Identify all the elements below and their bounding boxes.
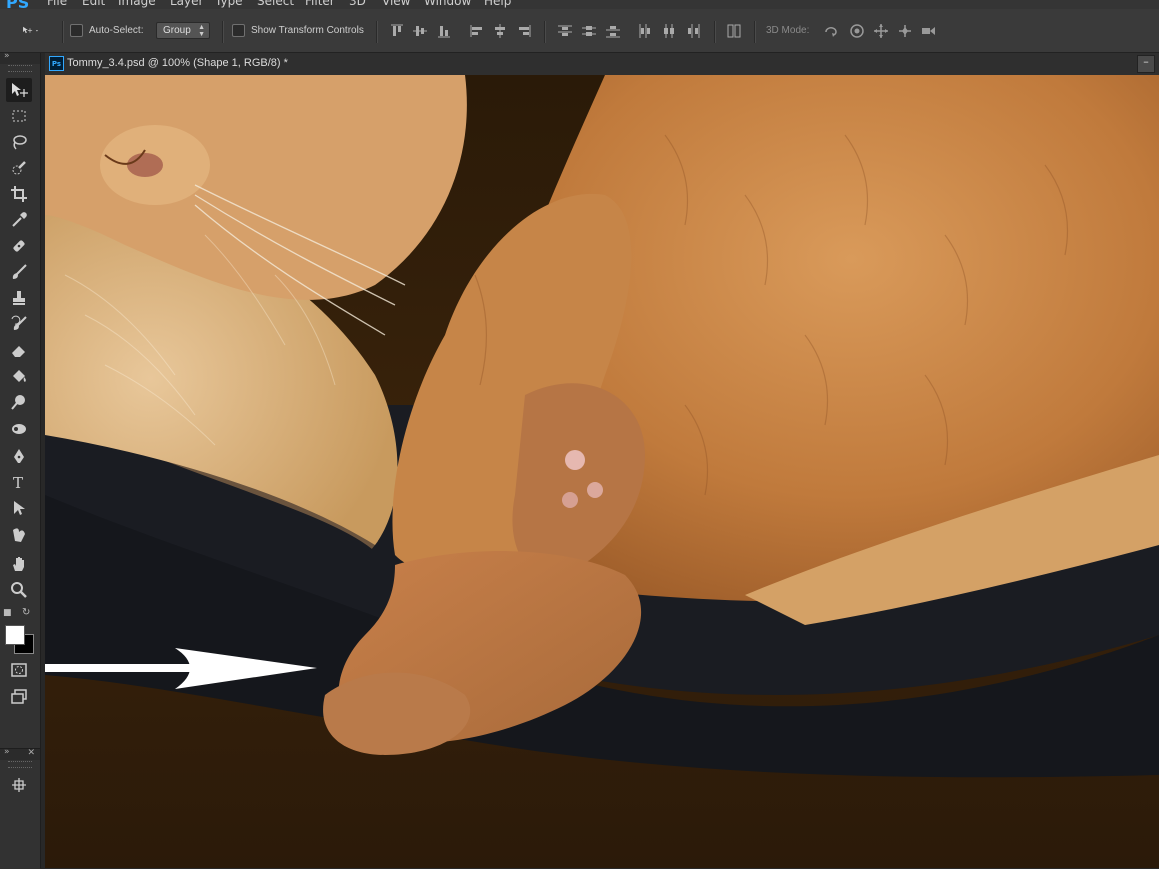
move-tool-icon[interactable] xyxy=(6,78,32,102)
distribute-right-edges-icon[interactable] xyxy=(685,23,701,39)
healing-brush-tool-icon[interactable] xyxy=(6,234,32,258)
custom-shape-tool-icon[interactable] xyxy=(6,522,32,546)
3d-slide-icon[interactable] xyxy=(897,23,913,39)
close-icon[interactable]: ✕ xyxy=(27,748,35,758)
menu-view[interactable]: View xyxy=(382,0,410,8)
screen-mode-icon[interactable] xyxy=(6,684,32,708)
auto-select-target-value: Group xyxy=(163,25,191,36)
align-right-edges-icon[interactable] xyxy=(516,23,532,39)
align-top-edges-icon[interactable] xyxy=(389,23,405,39)
show-transform-label: Show Transform Controls xyxy=(251,25,364,36)
collapse-chevron-icon[interactable]: » xyxy=(4,51,10,61)
clone-stamp-tool-icon[interactable] xyxy=(6,286,32,310)
menu-type[interactable]: Type xyxy=(215,0,243,8)
swap-colors-icon[interactable]: ↻ xyxy=(22,607,30,618)
secondary-panel-grip[interactable] xyxy=(8,761,32,768)
menu-filter[interactable]: Filter xyxy=(305,0,335,8)
show-transform-checkbox[interactable] xyxy=(232,24,245,37)
3d-scale-icon[interactable] xyxy=(920,23,936,39)
tools-panel: » T ■ ↻ xyxy=(0,51,41,868)
type-tool-icon[interactable]: T xyxy=(6,470,32,494)
document-tab[interactable]: Ps Tommy_3.4.psd @ 100% (Shape 1, RGB/8)… xyxy=(45,53,1159,76)
default-colors-controls: ■ ↻ xyxy=(3,607,33,620)
menu-help[interactable]: Help xyxy=(484,0,511,8)
blur-tool-icon[interactable] xyxy=(6,416,32,440)
auto-select-control: Auto-Select: xyxy=(70,9,143,52)
menu-file[interactable]: File xyxy=(47,0,67,8)
dodge-tool-icon[interactable] xyxy=(6,390,32,414)
3d-pan-icon[interactable] xyxy=(873,23,889,39)
align-horizontal-centers-icon[interactable] xyxy=(492,23,508,39)
quick-mask-icon[interactable] xyxy=(6,658,32,682)
quick-selection-tool-icon[interactable] xyxy=(6,156,32,180)
distribute-bottom-edges-icon[interactable] xyxy=(605,23,621,39)
3d-mode-label: 3D Mode: xyxy=(766,25,810,36)
measurement-log-icon[interactable] xyxy=(6,773,32,797)
distribute-top-edges-icon[interactable] xyxy=(557,23,573,39)
minimize-button[interactable]: – xyxy=(1137,55,1155,73)
distribute-horizontal-centers-icon[interactable] xyxy=(661,23,677,39)
ps-document-badge: Ps xyxy=(49,56,64,71)
secondary-panel-header[interactable]: » ✕ xyxy=(0,747,40,760)
menu-bar: PS File Edit Image Layer Type Select Fil… xyxy=(0,0,1159,9)
auto-select-target-select[interactable]: Group ▲ ▼ xyxy=(156,22,210,39)
cat-photo xyxy=(45,75,1159,868)
collapse-chevron-icon[interactable]: » xyxy=(4,747,10,757)
align-left-edges-icon[interactable] xyxy=(469,23,485,39)
auto-select-label: Auto-Select: xyxy=(89,25,144,36)
select-arrows-icon: ▲ ▼ xyxy=(198,24,205,38)
3d-rotate-icon[interactable] xyxy=(823,23,843,39)
tools-panel-header[interactable]: » xyxy=(0,51,40,64)
menu-window[interactable]: Window xyxy=(424,0,471,8)
history-brush-tool-icon[interactable] xyxy=(6,312,32,336)
pen-tool-icon[interactable] xyxy=(6,444,32,468)
document-title: Tommy_3.4.psd @ 100% (Shape 1, RGB/8) * xyxy=(67,57,288,69)
eraser-tool-icon[interactable] xyxy=(6,338,32,362)
3d-roll-icon[interactable] xyxy=(849,23,865,39)
secondary-panel: » ✕ xyxy=(0,747,40,869)
menu-image[interactable]: Image xyxy=(118,0,156,8)
move-tool-preset-icon[interactable] xyxy=(22,22,52,38)
lasso-tool-icon[interactable] xyxy=(6,130,32,154)
hand-tool-icon[interactable] xyxy=(6,552,32,576)
auto-select-checkbox[interactable] xyxy=(70,24,83,37)
brush-tool-icon[interactable] xyxy=(6,260,32,284)
menu-edit[interactable]: Edit xyxy=(82,0,105,8)
tools-panel-grip[interactable] xyxy=(8,65,32,72)
eyedropper-tool-icon[interactable] xyxy=(6,208,32,232)
distribute-vertical-centers-icon[interactable] xyxy=(581,23,597,39)
document-canvas[interactable] xyxy=(45,75,1159,868)
path-selection-tool-icon[interactable] xyxy=(6,496,32,520)
show-transform-control: Show Transform Controls xyxy=(232,9,364,52)
svg-text:T: T xyxy=(13,474,23,491)
distribute-left-edges-icon[interactable] xyxy=(637,23,653,39)
menu-3d[interactable]: 3D xyxy=(349,0,366,8)
align-vertical-centers-icon[interactable] xyxy=(412,23,428,39)
marquee-tool-icon[interactable] xyxy=(6,104,32,128)
foreground-color-swatch[interactable] xyxy=(5,625,25,645)
app-logo: PS xyxy=(6,0,29,9)
menu-layer[interactable]: Layer xyxy=(170,0,203,8)
align-bottom-edges-icon[interactable] xyxy=(436,23,452,39)
paint-bucket-tool-icon[interactable] xyxy=(6,364,32,388)
crop-tool-icon[interactable] xyxy=(6,182,32,206)
auto-align-layers-icon[interactable] xyxy=(726,23,742,39)
options-bar: Auto-Select: Group ▲ ▼ Show Transform Con… xyxy=(0,9,1159,53)
default-colors-icon[interactable]: ■ xyxy=(3,608,12,618)
zoom-tool-icon[interactable] xyxy=(6,578,32,602)
menu-select[interactable]: Select xyxy=(257,0,294,8)
